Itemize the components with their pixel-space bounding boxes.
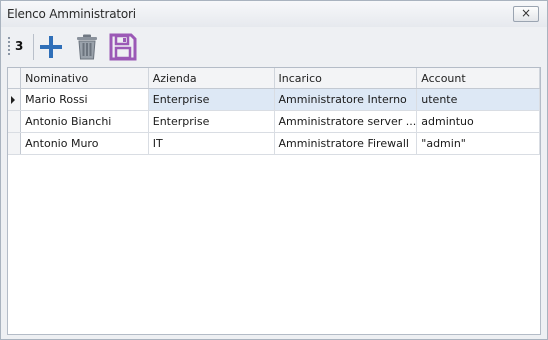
toolbar-separator bbox=[33, 34, 34, 60]
plus-icon bbox=[40, 36, 62, 58]
title-bar[interactable]: Elenco Amministratori × bbox=[1, 1, 547, 27]
table-row[interactable]: Mario Rossi Enterprise Amministratore In… bbox=[8, 88, 540, 111]
cell-incarico[interactable]: Amministratore server ... bbox=[274, 110, 418, 133]
delete-button[interactable] bbox=[73, 33, 101, 61]
current-row-arrow-icon bbox=[11, 95, 15, 104]
close-button[interactable]: × bbox=[513, 6, 539, 22]
toolbar-grip[interactable] bbox=[8, 37, 10, 57]
cell-azienda[interactable]: Enterprise bbox=[148, 88, 275, 111]
admin-grid: Nominativo Azienda Incarico Account Mari… bbox=[7, 67, 541, 335]
cell-account[interactable]: "admin" bbox=[416, 132, 540, 155]
header-row: Nominativo Azienda Incarico Account bbox=[8, 68, 540, 89]
column-header-nominativo[interactable]: Nominativo bbox=[20, 68, 149, 89]
row-indicator[interactable] bbox=[8, 110, 22, 133]
cell-incarico[interactable]: Amministratore Interno bbox=[274, 88, 418, 111]
trash-icon bbox=[77, 34, 97, 60]
cell-account[interactable]: utente bbox=[416, 88, 540, 111]
admin-list-window: Elenco Amministratori × 3 Nominativo Azi… bbox=[0, 0, 548, 340]
save-icon bbox=[109, 33, 137, 61]
cell-incarico[interactable]: Amministratore Firewall bbox=[274, 132, 418, 155]
add-button[interactable] bbox=[37, 33, 65, 61]
cell-nominativo[interactable]: Antonio Bianchi bbox=[20, 110, 149, 133]
table-row[interactable]: Antonio Muro IT Amministratore Firewall … bbox=[8, 132, 540, 155]
column-header-azienda[interactable]: Azienda bbox=[148, 68, 275, 89]
cell-azienda[interactable]: IT bbox=[148, 132, 275, 155]
cell-account[interactable]: admintuo bbox=[416, 110, 540, 133]
window-title: Elenco Amministratori bbox=[7, 7, 136, 21]
row-indicator-header bbox=[8, 68, 22, 89]
record-count: 3 bbox=[15, 39, 24, 53]
column-header-incarico[interactable]: Incarico bbox=[274, 68, 418, 89]
cell-azienda[interactable]: Enterprise bbox=[148, 110, 275, 133]
row-indicator[interactable] bbox=[8, 88, 22, 111]
save-button[interactable] bbox=[109, 33, 137, 61]
admin-table: Nominativo Azienda Incarico Account Mari… bbox=[8, 68, 540, 155]
toolbar: 3 bbox=[7, 31, 541, 63]
cell-nominativo[interactable]: Mario Rossi bbox=[20, 88, 149, 111]
row-indicator[interactable] bbox=[8, 132, 22, 155]
table-row[interactable]: Antonio Bianchi Enterprise Amministrator… bbox=[8, 110, 540, 133]
column-header-account[interactable]: Account bbox=[416, 68, 540, 89]
cell-nominativo[interactable]: Antonio Muro bbox=[20, 132, 149, 155]
